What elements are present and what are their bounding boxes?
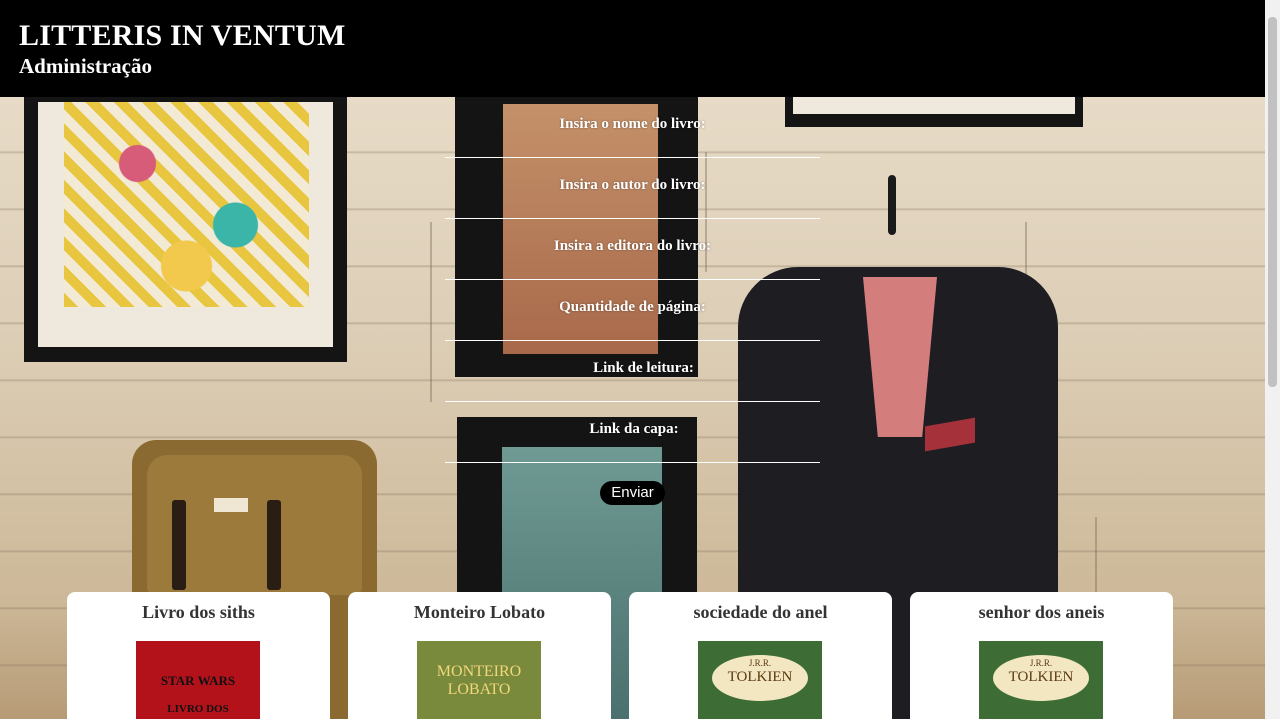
field-cover-link: Link da capa:: [445, 417, 820, 478]
field-book-author: Insira o autor do livro:: [445, 173, 820, 234]
book-title: Monteiro Lobato: [413, 602, 546, 622]
page-count-input[interactable]: [445, 339, 820, 341]
cover-link-label: Link da capa:: [589, 421, 679, 437]
book-author-input[interactable]: [445, 217, 820, 219]
book-cover-image: MONTEIRO LOBATO: [417, 641, 541, 719]
book-form: Insira o nome do livro: Insira o autor d…: [445, 112, 820, 478]
book-name-label: Insira o nome do livro:: [559, 116, 706, 132]
framed-poster-top-right: [785, 97, 1083, 127]
field-page-count: Quantidade de página:: [445, 295, 820, 356]
book-publisher-input[interactable]: [445, 278, 820, 280]
field-book-publisher: Insira a editora do livro:: [445, 234, 820, 295]
book-title: sociedade do anel: [693, 602, 828, 622]
book-author-label: Insira o autor do livro:: [559, 177, 706, 193]
page-count-label: Quantidade de página:: [559, 299, 706, 315]
anchor-hook: [888, 175, 896, 235]
book-card[interactable]: senhor dos aneis J.R.R. TOLKIEN: [910, 592, 1173, 719]
book-title: Livro dos siths: [142, 602, 255, 622]
reading-link-input[interactable]: [445, 400, 820, 402]
book-card[interactable]: Livro dos siths STAR WARS LIVRO DOS: [67, 592, 330, 719]
framed-poster-left: [24, 97, 347, 362]
submit-button[interactable]: Enviar: [600, 481, 665, 505]
site-header: LITTERIS IN VENTUM Administração: [0, 0, 1265, 97]
book-card[interactable]: Monteiro Lobato MONTEIRO LOBATO: [348, 592, 611, 719]
book-card[interactable]: sociedade do anel J.R.R. TOLKIEN: [629, 592, 892, 719]
page-scrollbar[interactable]: [1265, 0, 1280, 719]
field-book-name: Insira o nome do livro:: [445, 112, 820, 173]
field-reading-link: Link de leitura:: [445, 356, 820, 417]
book-cover-image: J.R.R. TOLKIEN: [979, 641, 1103, 719]
cover-link-input[interactable]: [445, 461, 820, 463]
book-cover-image: J.R.R. TOLKIEN: [698, 641, 822, 719]
book-title: senhor dos aneis: [978, 602, 1105, 622]
scrollbar-thumb[interactable]: [1268, 17, 1277, 387]
book-name-input[interactable]: [445, 156, 820, 158]
site-title: LITTERIS IN VENTUM: [19, 19, 346, 52]
book-publisher-label: Insira a editora do livro:: [553, 238, 712, 254]
book-cover-image: STAR WARS LIVRO DOS: [136, 641, 260, 719]
reading-link-label: Link de leitura:: [593, 360, 694, 376]
page-subtitle: Administração: [19, 54, 152, 78]
